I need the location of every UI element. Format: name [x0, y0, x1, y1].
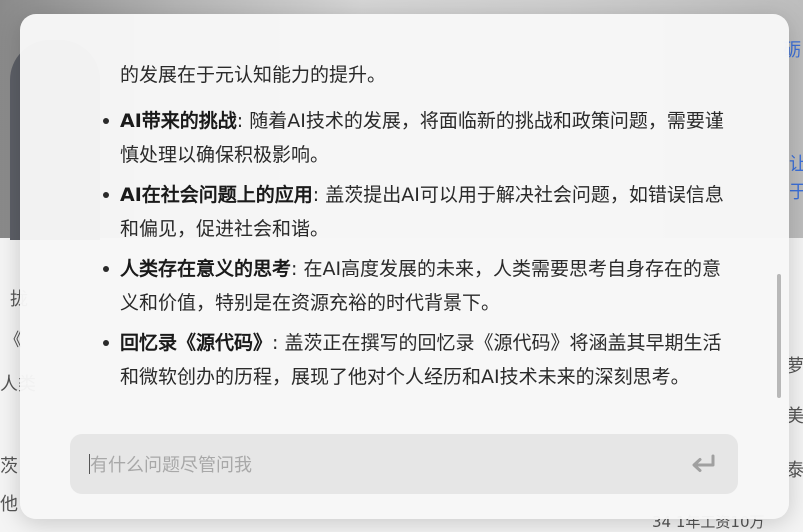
- background-text: 他: [0, 494, 18, 515]
- background-text: 让: [789, 154, 803, 175]
- bullet-icon: [103, 118, 109, 124]
- scrollbar[interactable]: [777, 34, 781, 414]
- background-text: 于: [789, 182, 803, 203]
- answer-content: 的发展在于元认知能力的提升。 AI带来的挑战: 随着AI技术的发展，将面临新的挑…: [20, 58, 789, 400]
- question-input-bar[interactable]: [70, 434, 738, 496]
- question-input[interactable]: [88, 434, 672, 496]
- bullet-icon: [103, 266, 109, 272]
- answer-point: AI带来的挑战: 随着AI技术的发展，将面临新的挑战和政策问题，需要谨慎处理以确…: [103, 104, 732, 172]
- answer-point-title: AI在社会问题上的应用: [120, 184, 313, 206]
- bullet-icon: [103, 192, 109, 198]
- answer-point: AI在社会问题上的应用: 盖茨提出AI可以用于解决社会问题，如错误信息和偏见，促…: [103, 178, 732, 246]
- answer-point-title: AI带来的挑战: [120, 110, 237, 132]
- background-text: 茨: [0, 456, 18, 477]
- ai-chat-panel: 的发展在于元认知能力的提升。 AI带来的挑战: 随着AI技术的发展，将面临新的挑…: [20, 14, 789, 519]
- answer-point-title: 人类存在意义的思考: [120, 258, 292, 280]
- bullet-icon: [103, 340, 109, 346]
- answer-scroll-area[interactable]: 的发展在于元认知能力的提升。 AI带来的挑战: 随着AI技术的发展，将面临新的挑…: [20, 14, 789, 424]
- submit-button[interactable]: [686, 448, 720, 480]
- answer-point: 人类存在意义的思考: 在AI高度发展的未来，人类需要思考自身存在的意义和价值，特…: [103, 252, 732, 320]
- answer-lead-text: 的发展在于元认知能力的提升。: [120, 64, 387, 86]
- scrollbar-thumb[interactable]: [777, 274, 781, 398]
- answer-point-title: 回忆录《源代码》: [120, 332, 273, 354]
- answer-point: 回忆录《源代码》: 盖茨正在撰写的回忆录《源代码》将涵盖其早期生活和微软创办的历…: [103, 326, 732, 394]
- text-caret: [89, 454, 90, 474]
- enter-return-icon: [692, 454, 715, 472]
- answer-point-list: AI带来的挑战: 随着AI技术的发展，将面临新的挑战和政策问题，需要谨慎处理以确…: [20, 104, 789, 394]
